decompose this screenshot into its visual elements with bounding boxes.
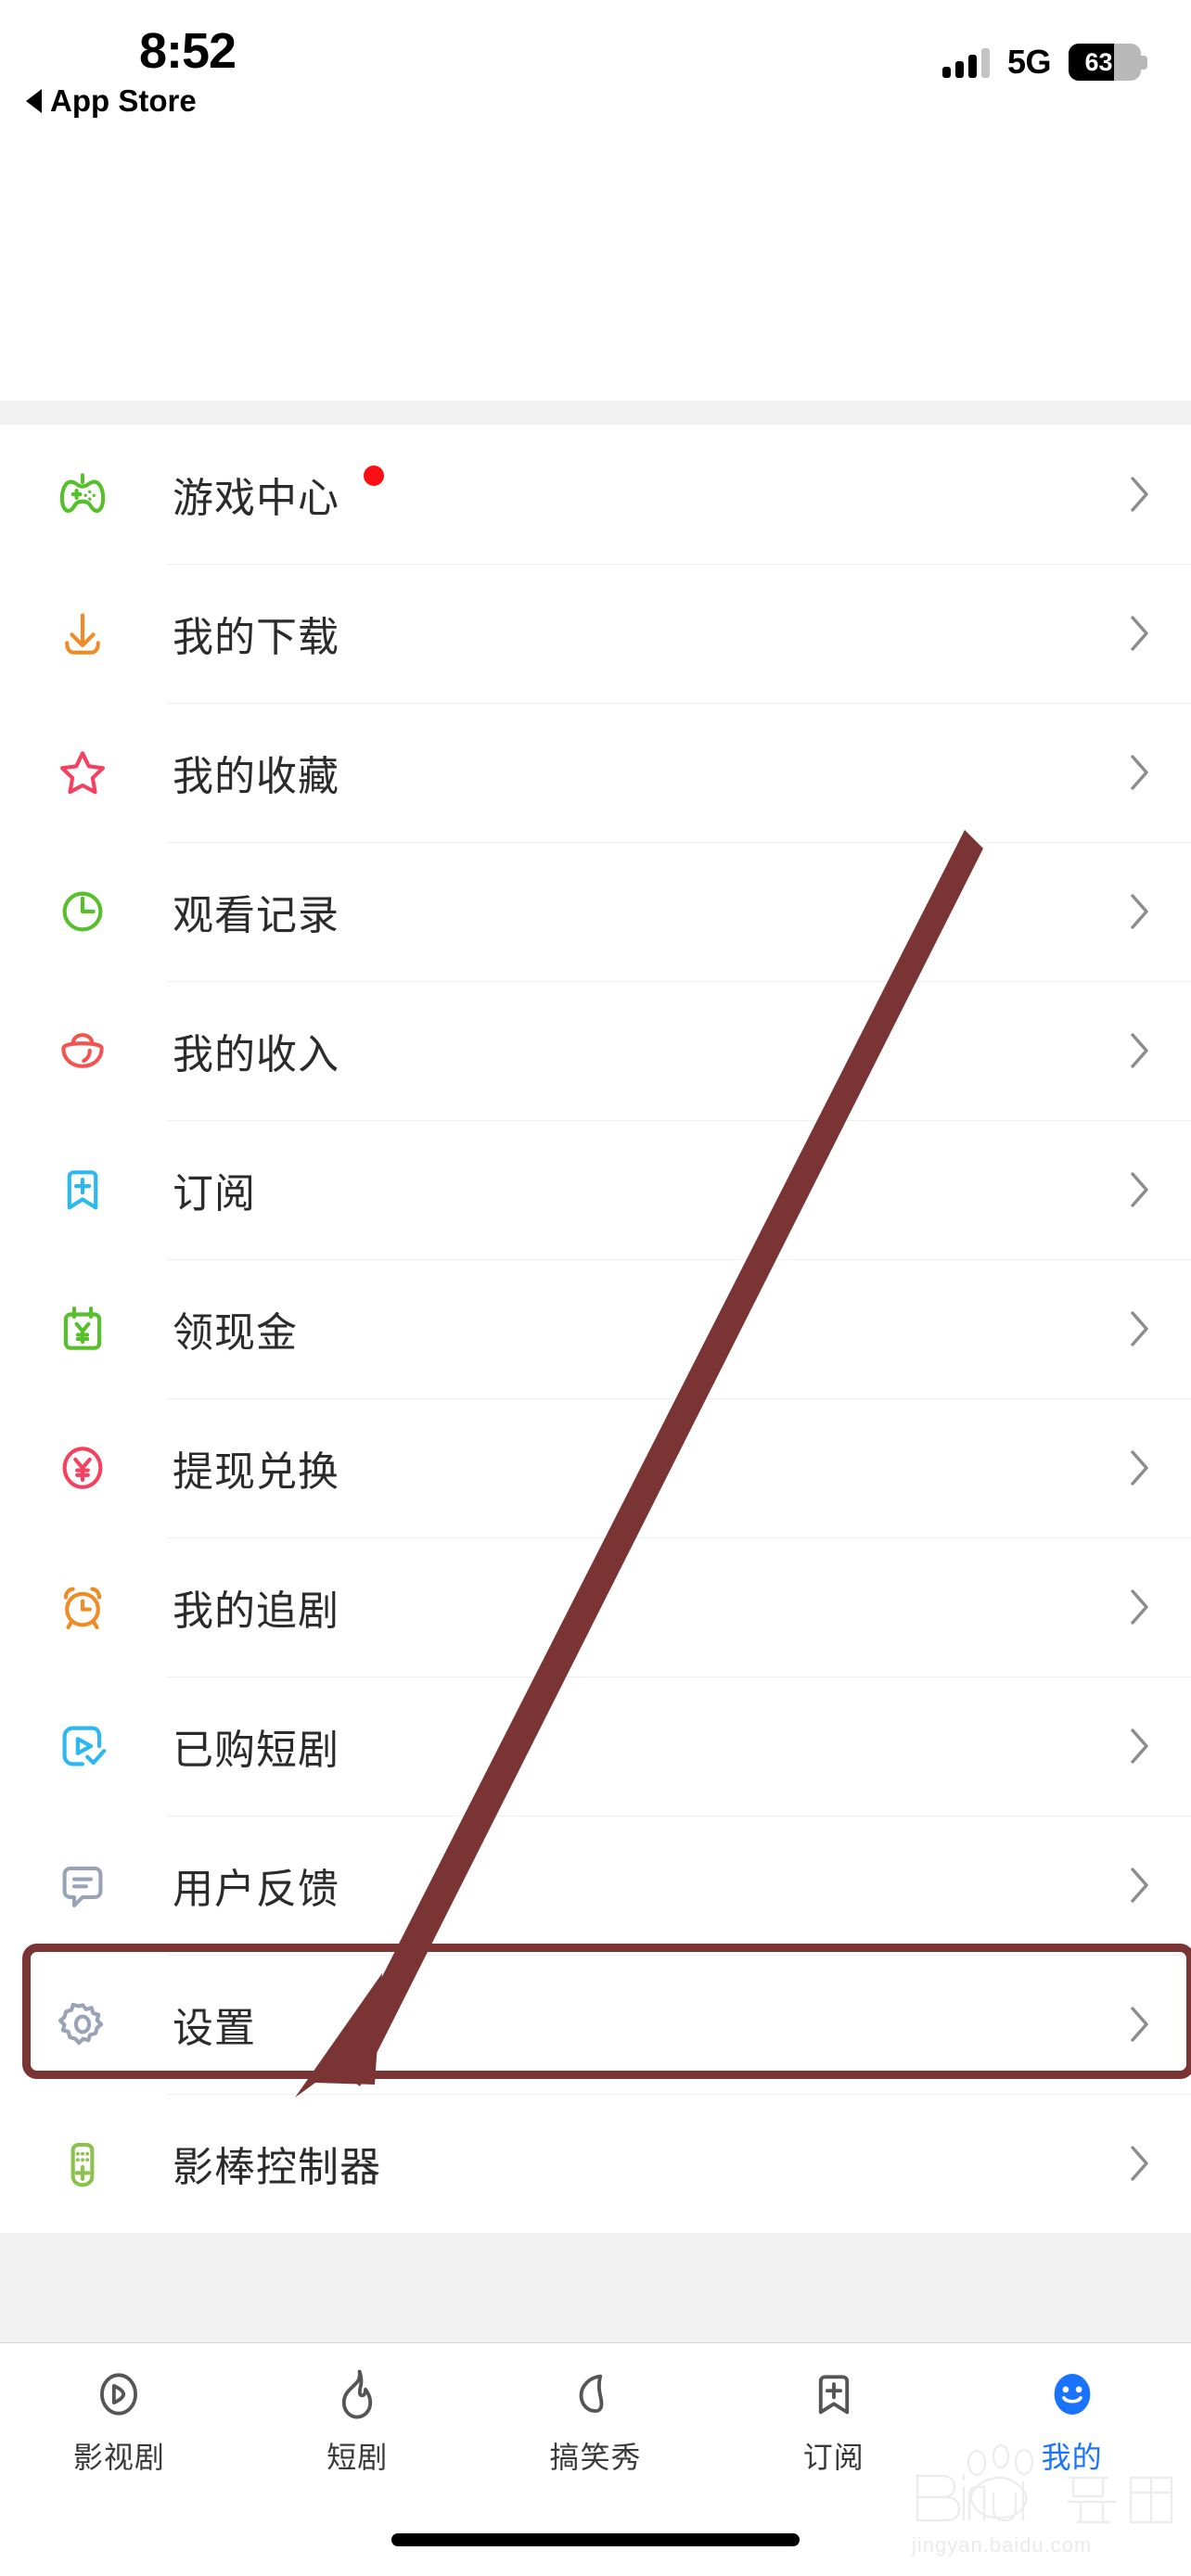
menu-item-13[interactable]: 影棒控制器 <box>0 2094 1191 2233</box>
tab-5[interactable]: 我的 <box>953 2366 1191 2477</box>
menu-item-7[interactable]: 领现金 <box>0 1259 1191 1398</box>
menu-item-label: 观看记录 <box>173 893 339 938</box>
chevron-right-icon <box>1126 1447 1154 1489</box>
menu-list: 游戏中心我的下载我的收藏观看记录我的收入订阅领现金提现兑换我的追剧已购短剧用户反… <box>0 425 1191 2233</box>
tab-label: 订阅 <box>802 2441 864 2474</box>
tab-4[interactable]: 订阅 <box>714 2366 953 2477</box>
menu-item-5[interactable]: 我的收入 <box>0 981 1191 1120</box>
remote-control-icon <box>52 2133 113 2194</box>
back-label: App Store <box>50 83 197 118</box>
menu-item-label: 订阅 <box>173 1171 256 1217</box>
bottom-gray-area <box>0 2233 1191 2342</box>
menu-item-10[interactable]: 已购短剧 <box>0 1677 1191 1816</box>
unread-badge-dot <box>364 465 384 486</box>
tab-2[interactable]: 短剧 <box>238 2366 477 2477</box>
ingot-icon <box>52 1020 113 1081</box>
battery-nub <box>1141 56 1147 70</box>
battery-icon: 63 <box>1069 44 1147 81</box>
chevron-right-icon <box>1126 890 1154 933</box>
gear-icon <box>52 1994 113 2055</box>
chevron-right-icon <box>1126 1725 1154 1767</box>
menu-item-label: 已购短剧 <box>173 1728 339 1773</box>
tab-label: 搞笑秀 <box>549 2441 642 2474</box>
menu-item-label: 领现金 <box>173 1310 298 1356</box>
menu-item-6[interactable]: 订阅 <box>0 1120 1191 1259</box>
tab-label: 我的 <box>1041 2441 1103 2474</box>
menu-item-1[interactable]: 游戏中心 <box>0 425 1191 564</box>
bookmark-plus-icon <box>805 2366 863 2423</box>
play-check-icon <box>52 1715 113 1777</box>
tab-1[interactable]: 影视剧 <box>0 2366 238 2477</box>
status-bar-indicators: 5G 63 <box>941 43 1147 82</box>
cash-calendar-icon <box>52 1298 113 1359</box>
menu-item-8[interactable]: 提现兑换 <box>0 1398 1191 1537</box>
speech-bubble-icon <box>52 1855 113 1916</box>
menu-item-label: 我的收藏 <box>173 754 339 799</box>
chevron-right-icon <box>1126 2142 1154 2185</box>
chevron-right-icon <box>1126 1029 1154 1072</box>
chevron-right-icon <box>1126 2003 1154 2046</box>
tab-label: 短剧 <box>327 2441 389 2474</box>
signal-bars-icon <box>941 46 990 78</box>
star-icon <box>52 742 113 803</box>
alarm-clock-icon <box>52 1576 113 1638</box>
menu-item-label: 提现兑换 <box>173 1449 339 1495</box>
header-blank-area <box>0 148 1191 401</box>
clock-icon <box>52 881 113 942</box>
chevron-right-icon <box>1126 1307 1154 1350</box>
chevron-right-icon <box>1126 473 1154 516</box>
tab-label: 影视剧 <box>72 2441 165 2474</box>
play-circle-icon <box>90 2366 147 2423</box>
back-to-app-store-button[interactable]: App Store <box>26 85 197 116</box>
chevron-right-icon <box>1126 1864 1154 1906</box>
menu-item-4[interactable]: 观看记录 <box>0 842 1191 981</box>
network-type-label: 5G <box>1006 43 1052 81</box>
menu-item-label: 我的下载 <box>173 615 339 660</box>
phone-screen: 8:52 App Store 5G 63 游戏中心我的下载我的收藏观看记录我的收… <box>0 0 1191 2576</box>
menu-item-label: 用户反馈 <box>173 1867 339 1912</box>
bookmark-plus-icon <box>52 1159 113 1220</box>
menu-item-label: 我的收入 <box>173 1032 339 1078</box>
droplet-icon <box>567 2366 624 2423</box>
status-bar-time: 8:52 <box>139 23 237 79</box>
menu-item-12[interactable]: 设置 <box>0 1955 1191 2094</box>
tab-3[interactable]: 搞笑秀 <box>477 2366 715 2477</box>
menu-item-label: 影棒控制器 <box>173 2145 381 2190</box>
watermark-url: jingyan.baidu.com <box>912 2533 1093 2557</box>
menu-item-label: 我的追剧 <box>173 1588 339 1634</box>
yuan-circle-icon <box>52 1437 113 1498</box>
back-triangle-icon <box>26 88 42 113</box>
status-bar: 8:52 App Store 5G 63 <box>0 0 1191 148</box>
chevron-right-icon <box>1126 1586 1154 1628</box>
flame-icon <box>328 2366 386 2423</box>
bottom-tab-bar: 影视剧 短剧 搞笑秀 订阅 我的 <box>0 2342 1191 2509</box>
chevron-right-icon <box>1126 612 1154 655</box>
smiley-face-icon <box>1044 2366 1101 2423</box>
menu-item-label: 设置 <box>173 2006 256 2051</box>
download-icon <box>52 603 113 664</box>
menu-item-3[interactable]: 我的收藏 <box>0 703 1191 842</box>
section-separator-band <box>0 401 1191 425</box>
chevron-right-icon <box>1126 751 1154 794</box>
battery-percent-label: 63 <box>1084 47 1113 76</box>
menu-item-9[interactable]: 我的追剧 <box>0 1537 1191 1677</box>
chevron-right-icon <box>1126 1168 1154 1211</box>
gamepad-icon <box>52 464 113 525</box>
home-indicator[interactable] <box>391 2533 800 2546</box>
menu-item-label: 游戏中心 <box>173 476 339 521</box>
menu-item-11[interactable]: 用户反馈 <box>0 1816 1191 1955</box>
menu-item-2[interactable]: 我的下载 <box>0 564 1191 703</box>
